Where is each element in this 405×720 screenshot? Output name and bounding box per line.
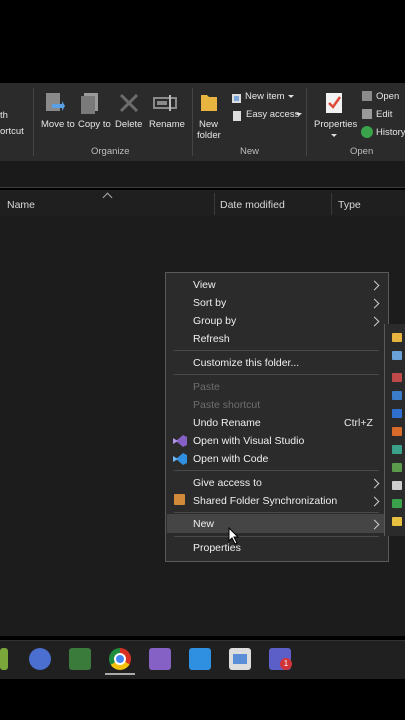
properties-button[interactable] (324, 92, 344, 114)
dropdown-arrow-icon (331, 134, 337, 137)
column-name[interactable]: Name (7, 199, 35, 211)
zip-folder-icon[interactable] (392, 517, 402, 526)
photos-icon[interactable] (69, 648, 91, 670)
chrome-icon[interactable] (109, 648, 131, 670)
rename-icon (153, 95, 177, 111)
archive-icon[interactable] (392, 463, 402, 472)
active-app-indicator (105, 673, 135, 675)
menu-item-open-visual-studio[interactable]: Open with Visual Studio (193, 435, 304, 447)
word-doc-icon[interactable] (392, 409, 402, 418)
folder-icon (201, 95, 217, 111)
rename-button[interactable] (153, 93, 177, 113)
shortcut-icon[interactable] (392, 351, 402, 360)
menu-item-group-by[interactable]: Group by (193, 315, 236, 327)
menu-separator (174, 374, 379, 375)
open-icon (362, 91, 372, 101)
new-folder-label-2: folder (197, 130, 221, 141)
copy-to-label: Copy to (78, 119, 111, 130)
new-item-icon (231, 91, 242, 103)
column-type[interactable]: Type (338, 199, 361, 211)
easy-access-icon (232, 109, 242, 121)
menu-item-shared-folder-sync[interactable]: Shared Folder Synchronization (193, 495, 337, 507)
column-date-modified[interactable]: Date modified (220, 199, 285, 211)
menu-separator (174, 536, 379, 537)
menu-item-view[interactable]: View (193, 279, 216, 291)
menu-item-undo-rename[interactable]: Undo Rename (193, 417, 261, 429)
vscode-icon (173, 452, 187, 465)
menu-item-paste: Paste (193, 381, 220, 393)
access-file-icon[interactable] (392, 373, 402, 382)
ribbon-divider (33, 88, 34, 156)
history-button[interactable]: History (376, 127, 405, 138)
column-divider[interactable] (214, 193, 215, 215)
menu-separator (174, 470, 379, 471)
menu-item-new[interactable]: New (193, 518, 214, 530)
app-window-icon[interactable] (229, 648, 251, 670)
copy-to-icon (81, 93, 98, 114)
excel-icon[interactable] (392, 499, 402, 508)
move-to-icon (46, 93, 65, 111)
rename-label: Rename (149, 119, 185, 130)
easy-access-button[interactable]: Easy access (246, 109, 299, 120)
notepad-icon[interactable] (0, 648, 8, 670)
contact-icon[interactable] (392, 391, 402, 400)
visual-studio-icon[interactable] (149, 648, 171, 670)
sync-icon (174, 494, 185, 505)
notification-badge: 1 (280, 658, 292, 670)
clipped-ribbon-label-1[interactable]: th (0, 110, 8, 121)
column-divider[interactable] (331, 193, 332, 215)
visual-studio-icon (173, 434, 187, 447)
publisher-icon[interactable] (392, 445, 402, 454)
menu-item-sort-by[interactable]: Sort by (193, 297, 226, 309)
properties-label: Properties (314, 119, 358, 130)
menu-separator (174, 350, 379, 351)
delete-label: Delete (115, 119, 143, 130)
mouse-cursor-icon (228, 526, 240, 545)
folder-icon[interactable] (392, 333, 402, 342)
organize-group-label: Organize (91, 146, 130, 157)
delete-icon (119, 93, 139, 113)
move-to-button[interactable] (43, 92, 65, 116)
new-folder-label-1: New (199, 119, 219, 130)
edit-button[interactable]: Edit (376, 109, 392, 120)
vscode-icon[interactable] (189, 648, 211, 670)
new-folder-button[interactable] (199, 91, 219, 113)
dropdown-arrow-icon (288, 95, 294, 98)
ribbon-divider (306, 88, 307, 156)
address-bar[interactable] (0, 161, 405, 188)
history-icon (361, 126, 373, 138)
menu-item-open-code[interactable]: Open with Code (193, 453, 268, 465)
menu-item-refresh[interactable]: Refresh (193, 333, 230, 345)
open-button[interactable]: Open (376, 91, 399, 102)
powerpoint-icon[interactable] (392, 427, 402, 436)
ribbon-divider (192, 88, 193, 156)
menu-item-paste-shortcut: Paste shortcut (193, 399, 261, 411)
menu-item-customize[interactable]: Customize this folder... (193, 357, 299, 369)
delete-button[interactable] (119, 93, 139, 113)
new-group-label: New (240, 146, 260, 157)
clipped-ribbon-label-2[interactable]: ortcut (0, 126, 24, 137)
properties-icon (326, 93, 342, 113)
edit-icon (362, 109, 372, 119)
dropdown-arrow-icon (296, 113, 302, 116)
undo-shortcut: Ctrl+Z (344, 417, 373, 429)
menu-item-give-access[interactable]: Give access to (193, 477, 262, 489)
new-item-button[interactable]: New item (245, 91, 285, 102)
move-to-label: Move to (41, 119, 75, 130)
open-group-label: Open (350, 146, 374, 157)
menu-separator (174, 512, 379, 513)
text-doc-icon[interactable] (392, 481, 402, 490)
copy-to-button[interactable] (79, 92, 101, 116)
teams-chat-icon[interactable] (29, 648, 51, 670)
